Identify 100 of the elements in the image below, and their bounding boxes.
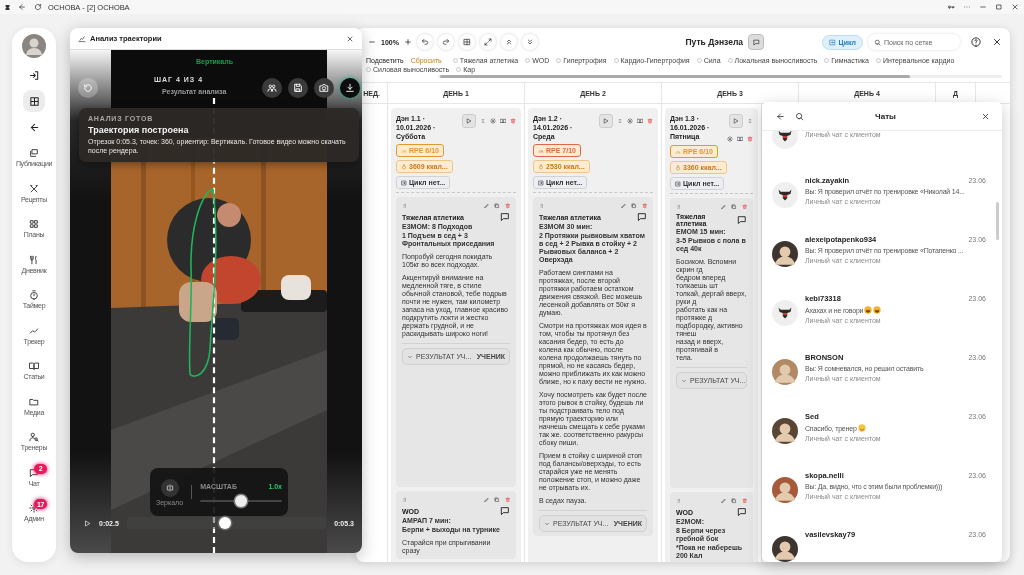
chart-icon	[78, 34, 86, 43]
comment-icon[interactable]	[737, 507, 747, 517]
flame-icon	[401, 163, 407, 170]
search-icon[interactable]	[795, 111, 804, 121]
comment-icon[interactable]	[637, 212, 647, 222]
help-icon[interactable]	[971, 37, 981, 47]
download-button[interactable]	[340, 78, 360, 98]
delete-icon[interactable]	[504, 497, 510, 503]
close-icon[interactable]	[981, 111, 990, 121]
delete-icon[interactable]	[647, 118, 653, 124]
delete-icon[interactable]	[741, 204, 747, 210]
close-icon[interactable]	[992, 37, 1002, 47]
settings-icon[interactable]	[490, 118, 496, 124]
avatar	[772, 536, 798, 562]
delete-icon[interactable]	[510, 118, 516, 124]
book-icon[interactable]	[500, 118, 506, 124]
drag-handle-icon[interactable]	[676, 204, 682, 210]
avatar	[772, 418, 798, 444]
delete-icon[interactable]	[504, 203, 510, 209]
play-icon[interactable]	[84, 519, 91, 527]
back-icon[interactable]	[18, 3, 26, 11]
undo-button[interactable]	[416, 34, 433, 50]
people-icon	[267, 83, 277, 93]
refresh-icon[interactable]	[34, 3, 42, 11]
comment-icon[interactable]	[737, 215, 747, 225]
drag-handle-icon[interactable]	[402, 203, 408, 209]
start-button[interactable]	[599, 114, 613, 128]
delete-icon[interactable]	[747, 136, 753, 142]
book-icon[interactable]	[737, 136, 743, 142]
logout-icon	[28, 69, 40, 81]
snapshot-button[interactable]	[314, 78, 334, 98]
back-icon[interactable]	[776, 111, 785, 121]
edit-icon[interactable]	[720, 498, 726, 504]
delete-icon[interactable]	[741, 498, 747, 504]
reset-button[interactable]	[78, 78, 98, 98]
avatar[interactable]	[22, 34, 46, 58]
drag-handle-icon[interactable]	[617, 118, 623, 124]
tracker-icon	[29, 325, 39, 336]
camera-icon	[319, 83, 329, 93]
edit-icon[interactable]	[483, 497, 489, 503]
start-button[interactable]	[729, 114, 743, 128]
timeline-thumb[interactable]	[218, 517, 231, 529]
table-icon	[462, 38, 471, 46]
smiling-emoji-icon	[857, 424, 866, 432]
fullscreen-button[interactable]	[479, 34, 496, 50]
table-button[interactable]	[458, 34, 475, 50]
admin-icon	[29, 503, 39, 514]
drag-handle-icon[interactable]	[402, 497, 408, 503]
timer-icon	[29, 290, 39, 301]
diary-icon	[29, 254, 39, 265]
close-icon[interactable]	[346, 34, 354, 43]
copy-icon[interactable]	[731, 204, 737, 210]
redo-icon	[441, 38, 450, 46]
comment-icon[interactable]	[500, 212, 510, 222]
notification-title: Траектория построена	[88, 125, 190, 135]
edit-icon[interactable]	[720, 204, 726, 210]
caret-icon	[407, 353, 413, 360]
drag-handle-icon[interactable]	[539, 203, 545, 209]
chat-icon	[29, 467, 39, 478]
reset-icon	[83, 83, 93, 93]
mirror-button[interactable]	[160, 478, 179, 497]
settings-icon[interactable]	[727, 136, 733, 142]
flame-icon	[675, 164, 681, 171]
trainers-icon	[29, 432, 39, 443]
undo-icon	[420, 38, 429, 46]
copy-icon[interactable]	[494, 497, 500, 503]
drag-handle-icon[interactable]	[480, 118, 486, 124]
maximize-icon[interactable]	[995, 3, 1003, 11]
key-icon[interactable]	[947, 3, 955, 11]
edit-icon[interactable]	[620, 203, 626, 209]
comment-icon[interactable]	[500, 506, 510, 516]
zoom-in-icon[interactable]	[403, 38, 412, 46]
start-button[interactable]	[462, 114, 476, 128]
copy-icon[interactable]	[731, 498, 737, 504]
scrollbar-thumb[interactable]	[996, 202, 999, 240]
copy-icon[interactable]	[494, 203, 500, 209]
book-icon[interactable]	[637, 118, 643, 124]
drag-handle-icon[interactable]	[676, 498, 682, 504]
message-icon	[752, 38, 760, 46]
edit-icon[interactable]	[483, 203, 489, 209]
copy-icon[interactable]	[631, 203, 637, 209]
articles-icon	[29, 361, 39, 372]
save-icon	[293, 83, 303, 93]
gauge-icon	[401, 147, 407, 154]
collapse-button[interactable]	[500, 34, 517, 50]
notes-button[interactable]	[748, 34, 765, 50]
settings-icon[interactable]	[627, 118, 633, 124]
horizontal-scrollbar[interactable]	[438, 75, 1002, 78]
sidebar-button[interactable]	[23, 90, 45, 112]
search-icon	[874, 38, 881, 46]
drag-handle-icon[interactable]	[747, 118, 753, 124]
minimize-icon[interactable]	[979, 3, 987, 11]
delete-icon[interactable]	[641, 203, 647, 209]
close-icon[interactable]	[1011, 3, 1019, 11]
redo-button[interactable]	[437, 34, 454, 50]
back-icon	[28, 121, 40, 133]
zoom-out-icon[interactable]	[368, 38, 376, 46]
expand-all-button[interactable]	[521, 34, 538, 50]
slider-thumb[interactable]	[235, 494, 248, 507]
mirror-icon	[165, 483, 174, 492]
